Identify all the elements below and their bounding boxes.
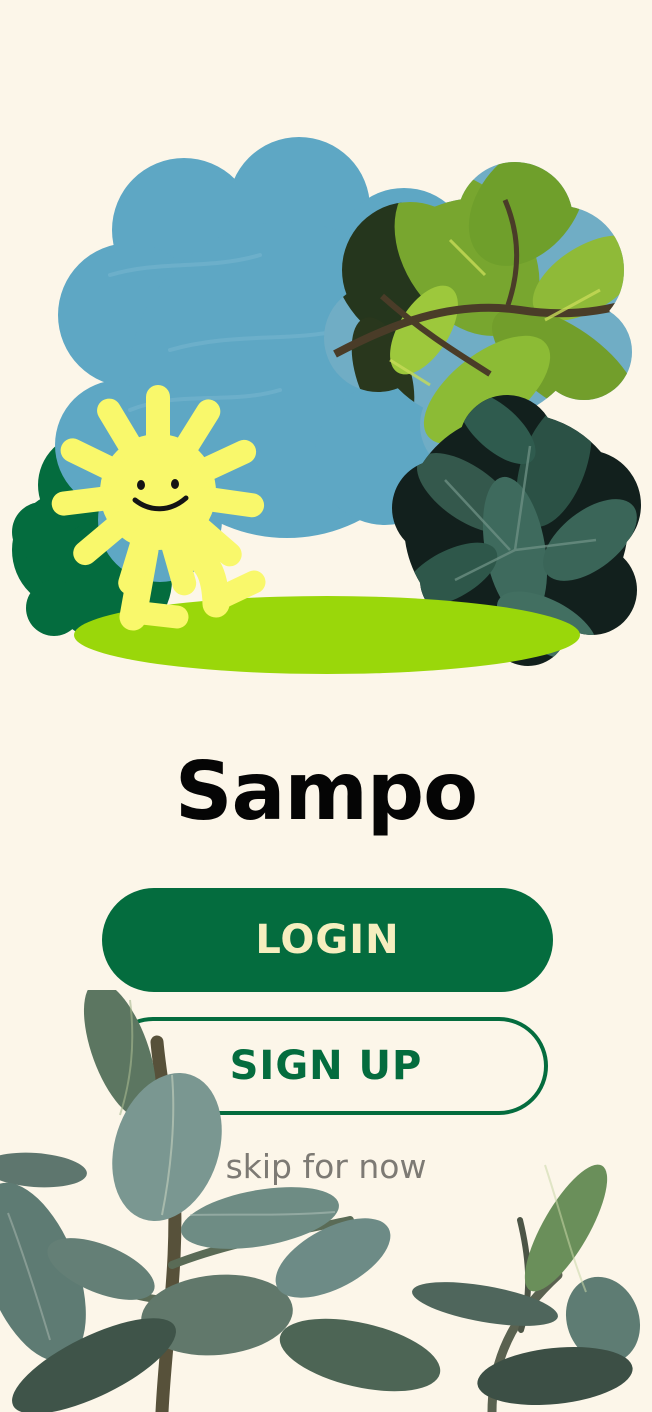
hero-illustration [12,137,641,674]
app-title: Sampo [174,745,478,838]
sign-up-button[interactable]: SIGN UP [104,1017,548,1115]
skip-for-now-link[interactable]: skip for now [0,1147,652,1186]
login-button[interactable]: LOGIN [102,888,553,992]
welcome-screen: Sampo LOGIN SIGN UP skip for now [0,0,652,1412]
